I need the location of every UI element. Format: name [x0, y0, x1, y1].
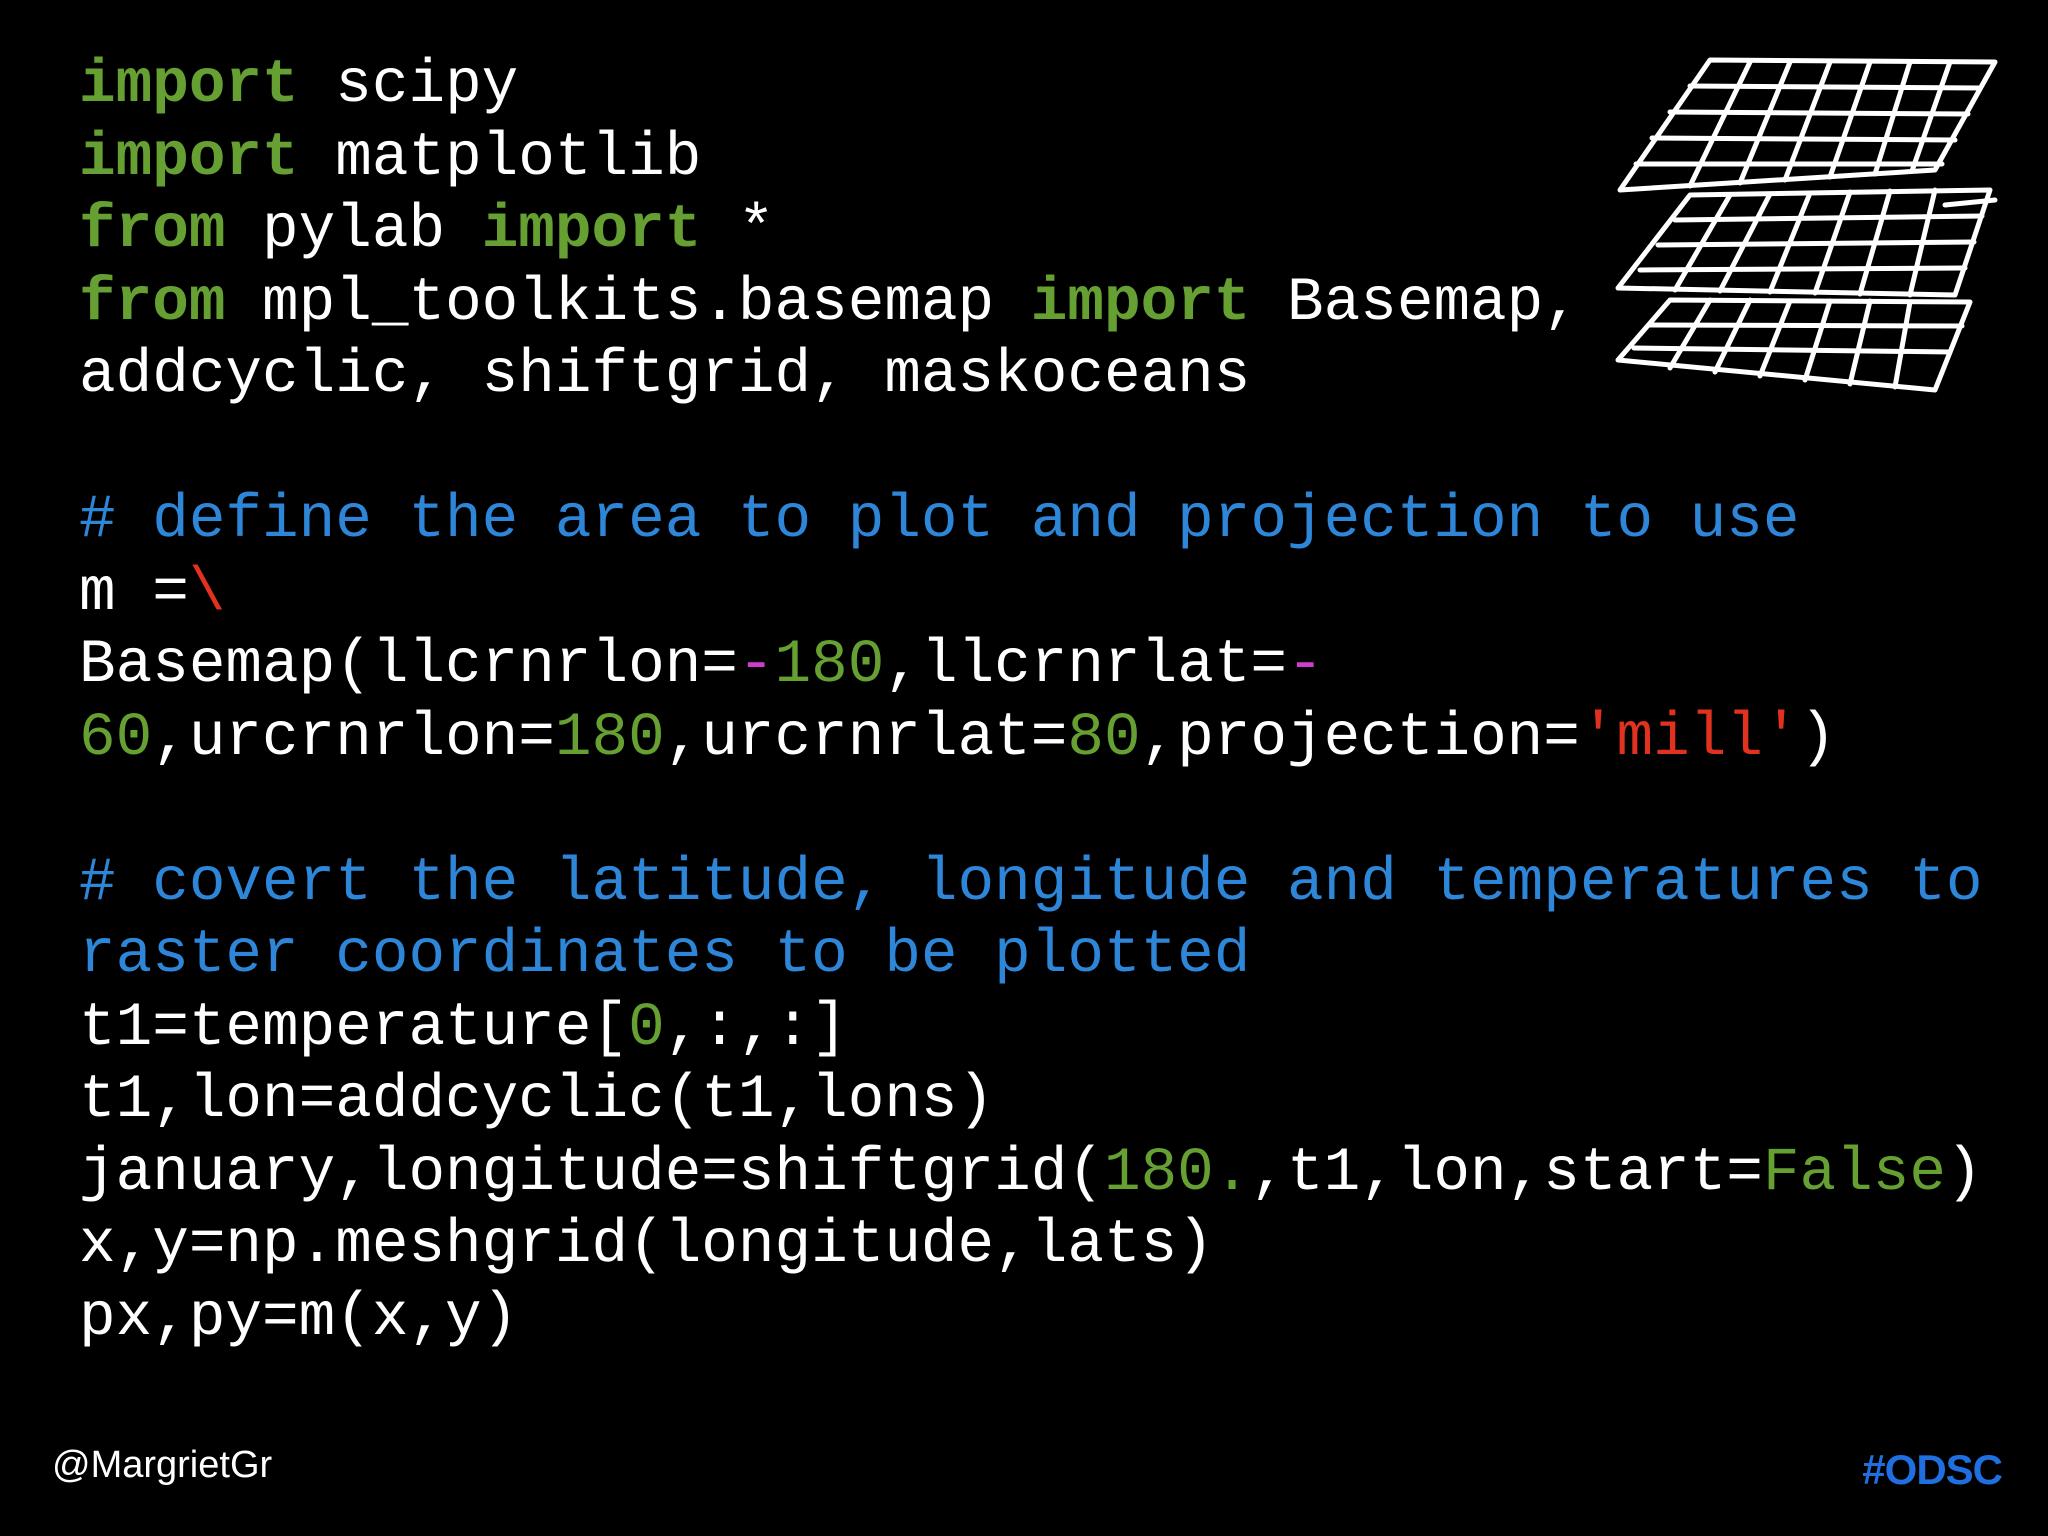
code-text: addcyclic, shiftgrid, maskoceans	[79, 341, 1251, 410]
code-text: ,urcrnrlat=	[664, 703, 1068, 773]
code-text: ,urcrnrlon=	[152, 703, 555, 773]
code-text: m =	[79, 558, 189, 628]
author-handle: @MargrietGr	[52, 1444, 273, 1486]
line-continuation: \	[188, 558, 226, 628]
code-text: ,projection=	[1140, 703, 1580, 773]
number: 180	[774, 631, 885, 700]
code-text: january,longitude=shiftgrid(	[79, 1138, 1104, 1208]
code-text: )	[1799, 703, 1837, 773]
comment: raster coordinates to be plotted	[79, 921, 1251, 990]
grid-layer-bottom	[1615, 297, 1973, 393]
code-text: pylab	[225, 196, 482, 265]
code-line: 60,urcrnrlon=180,urcrnrlat=80,projection…	[79, 703, 1983, 776]
keyword: from	[79, 196, 226, 265]
code-text: *	[701, 196, 775, 265]
keyword: import	[79, 51, 299, 120]
code-line: t1,lon=addcyclic(t1,lons)	[79, 1065, 1983, 1138]
code-text: ,t1,lon,start=	[1250, 1138, 1763, 1208]
code-line: # define the area to plot and projection…	[79, 485, 1983, 558]
number: 80	[1067, 703, 1141, 773]
odsc-logo: #ODSC	[1862, 1446, 2003, 1493]
keyword: import	[79, 123, 299, 193]
code-text: mpl_toolkits.basemap	[225, 268, 1031, 338]
string: 'mill'	[1579, 703, 1800, 773]
keyword-constant: False	[1762, 1138, 1946, 1208]
number: 0	[628, 993, 665, 1063]
code-line: px,py=m(x,y)	[79, 1283, 1983, 1356]
code-text: t1=temperature[	[79, 993, 629, 1063]
keyword: from	[79, 268, 226, 338]
code-line: x,y=np.meshgrid(longitude,lats)	[79, 1210, 1983, 1283]
number: 60	[79, 703, 153, 773]
code-line: Basemap(llcrnrlon=-180,llcrnrlat=-	[79, 630, 1983, 703]
code-text: Basemap,	[1250, 268, 1580, 338]
comment: # covert the latitude, longitude and tem…	[79, 848, 1983, 918]
code-line: # covert the latitude, longitude and tem…	[79, 848, 1983, 921]
code-line: t1=temperature[0,:,:]	[79, 993, 1983, 1066]
code-text: matplotlib	[298, 123, 702, 193]
code-text: scipy	[298, 51, 519, 120]
comment: # define the area to plot and projection…	[79, 486, 1800, 555]
code-text: ,llcrnrlat=	[884, 631, 1288, 700]
code-text: x,y=np.meshgrid(longitude,lats)	[79, 1211, 1214, 1280]
grid-layer-middle	[1615, 187, 1998, 298]
operator: -	[737, 631, 775, 700]
number: 180	[554, 703, 665, 773]
code-line: m =\	[79, 558, 1983, 631]
code-text: px,py=m(x,y)	[79, 1283, 519, 1353]
code-text: t1,lon=addcyclic(t1,lons)	[79, 1066, 995, 1135]
stacked-grid-layers-icon	[1615, 57, 1998, 393]
grid-layer-top	[1617, 57, 1998, 193]
code-line: january,longitude=shiftgrid(180.,t1,lon,…	[79, 1138, 1983, 1211]
operator: -	[1287, 631, 1324, 700]
keyword: import	[481, 196, 702, 265]
code-text: )	[1945, 1138, 1983, 1208]
number: 180.	[1103, 1138, 1251, 1208]
code-line: raster coordinates to be plotted	[79, 920, 1983, 993]
keyword: import	[1030, 268, 1251, 338]
code-text: Basemap(llcrnrlon=	[79, 631, 738, 700]
code-text: ,:,:]	[664, 993, 848, 1063]
